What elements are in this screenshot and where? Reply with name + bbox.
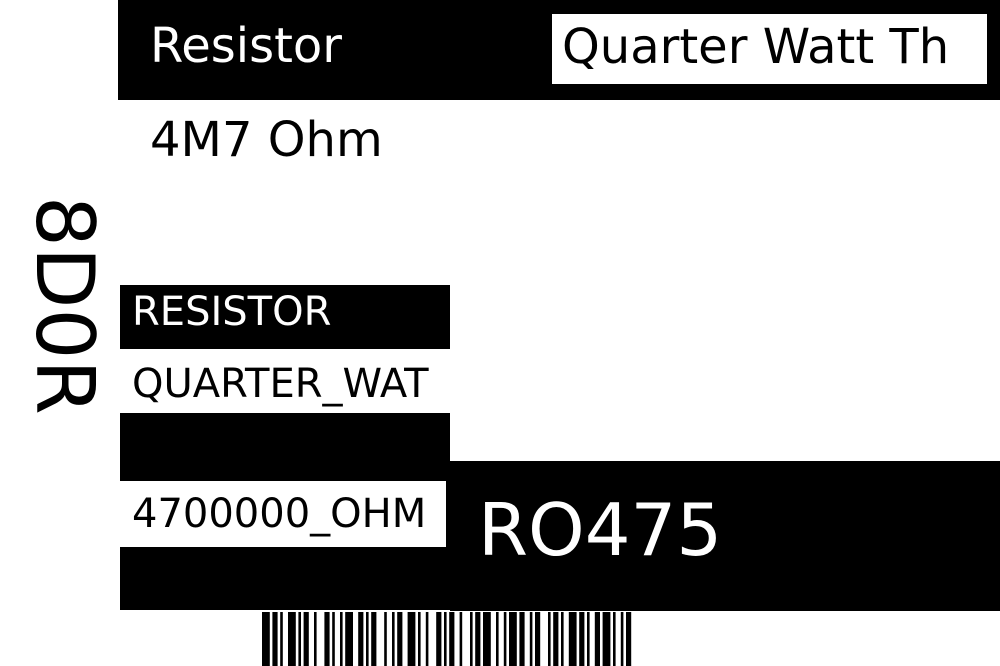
barcode-bar — [594, 612, 600, 666]
barcode-bar — [553, 612, 559, 666]
barcode-bar — [470, 612, 473, 666]
barcode-bar — [561, 612, 564, 666]
barcode-bar — [444, 612, 447, 666]
barcode-bar — [548, 612, 551, 666]
power-rating-label: QUARTER_WAT — [132, 361, 429, 407]
barcode-bar — [384, 612, 387, 666]
resistance-value: 4M7 Ohm — [150, 112, 383, 168]
barcode-bar — [280, 612, 283, 666]
barcode-bar — [483, 612, 491, 666]
barcode-bar — [332, 612, 335, 666]
barcode-bar — [366, 612, 369, 666]
barcode-bar — [340, 612, 343, 666]
barcode-bar — [503, 612, 507, 666]
barcode-bar — [529, 612, 533, 666]
barcode-bar — [358, 612, 364, 666]
barcode-bar — [459, 612, 463, 666]
barcode-bar — [397, 612, 403, 666]
vertical-code: 8D0R — [18, 196, 111, 415]
barcode-bar — [371, 612, 377, 666]
barcode-bar — [613, 612, 616, 666]
barcode-bar — [626, 612, 632, 666]
barcode-bar — [509, 612, 517, 666]
barcode-bar — [587, 612, 590, 666]
barcode-bar — [436, 612, 442, 666]
barcode-bar — [272, 612, 278, 666]
barcode-bar — [496, 612, 499, 666]
barcode-bar — [475, 612, 481, 666]
barcode-bar — [392, 612, 395, 666]
part-number: RO475 — [478, 488, 723, 572]
barcode-bar — [303, 612, 309, 666]
barcode-bar — [425, 612, 429, 666]
label-subtitle: Quarter Watt Th — [562, 19, 950, 75]
category-label: RESISTOR — [132, 289, 332, 335]
separator-band — [120, 413, 450, 480]
barcode-bar — [324, 612, 330, 666]
barcode-bar — [602, 612, 611, 666]
barcode-bar — [418, 612, 421, 666]
barcode-bar — [449, 612, 455, 666]
barcode-bar — [568, 612, 577, 666]
barcode-bar — [298, 612, 301, 666]
barcode-bar — [262, 612, 270, 666]
barcode-bar — [535, 612, 541, 666]
label-title: Resistor — [150, 18, 342, 74]
barcode — [262, 612, 632, 666]
barcode-bar — [288, 612, 296, 666]
barcode-bar — [314, 612, 317, 666]
resistance-code-label: 4700000_OHM — [132, 491, 427, 537]
barcode-bar — [407, 612, 416, 666]
barcode-bar — [345, 612, 353, 666]
barcode-bar — [579, 612, 585, 666]
barcode-bar — [519, 612, 525, 666]
barcode-bar — [620, 612, 624, 666]
